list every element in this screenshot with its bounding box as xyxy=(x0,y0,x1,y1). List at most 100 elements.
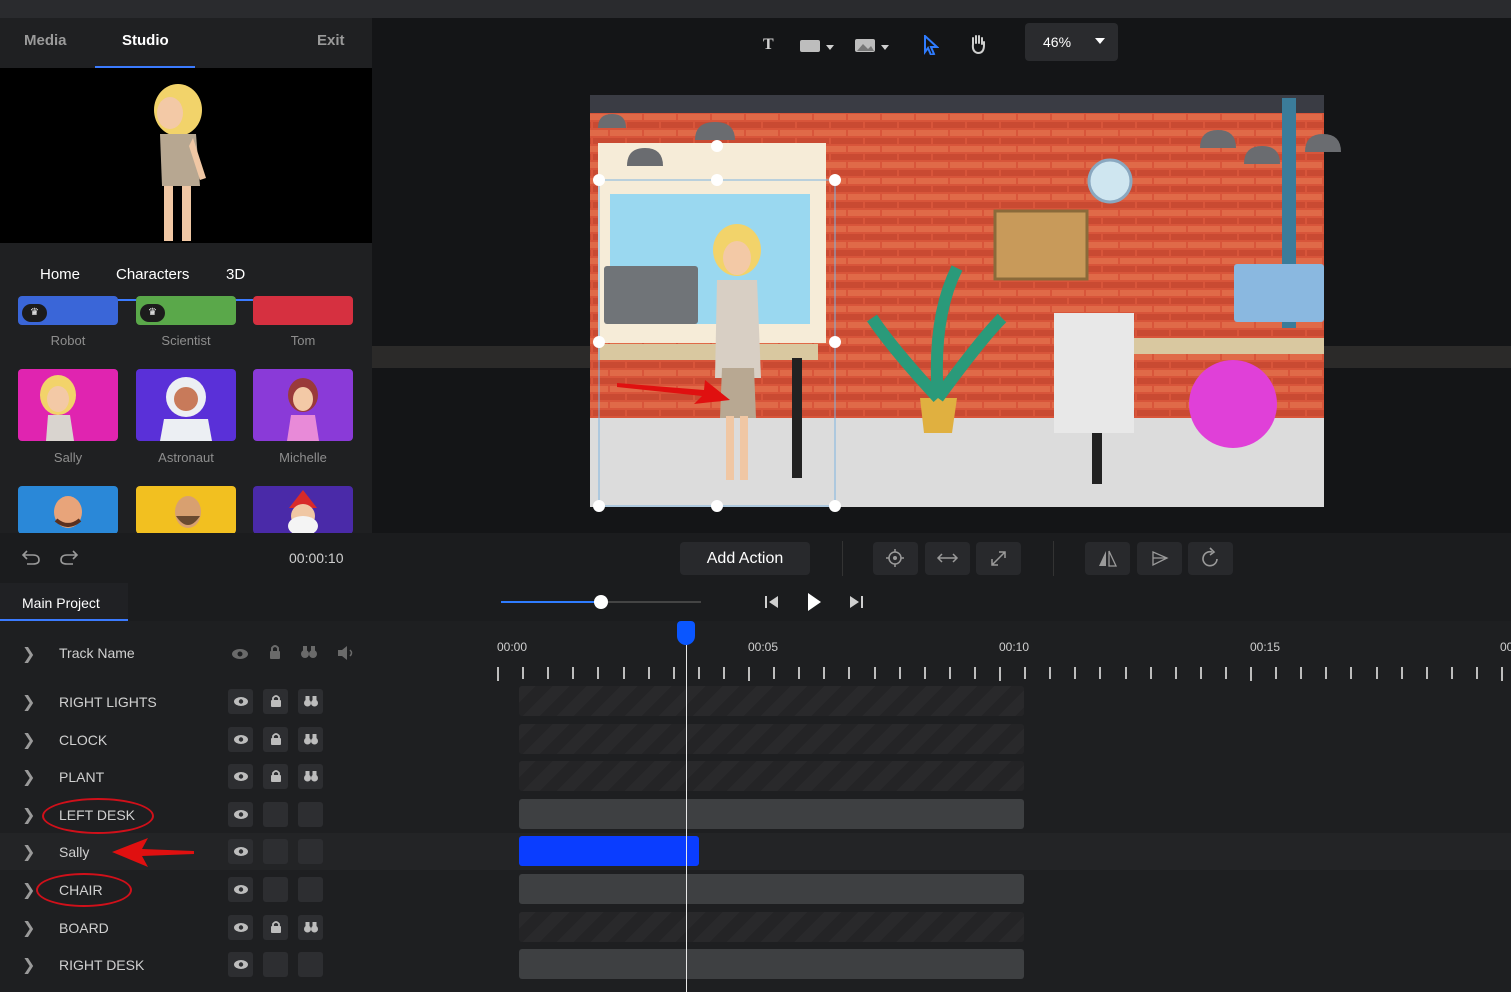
visibility-eye-icon[interactable] xyxy=(228,726,253,752)
ruler-tick xyxy=(748,667,750,681)
chevron-right-icon[interactable]: ❯ xyxy=(22,730,35,750)
visibility-eye-icon[interactable] xyxy=(228,952,253,978)
visibility-eye-icon[interactable] xyxy=(228,914,253,940)
binoculars-icon[interactable] xyxy=(298,839,323,865)
align-icon[interactable] xyxy=(1137,542,1182,575)
redo-icon[interactable] xyxy=(59,547,79,570)
track-row[interactable]: ❯ RIGHT LIGHTS xyxy=(0,683,1511,720)
binoculars-icon[interactable] xyxy=(298,764,323,790)
chevron-right-icon[interactable]: ❯ xyxy=(22,842,35,862)
timeline-clip[interactable] xyxy=(519,686,1024,716)
chevron-right-icon[interactable]: ❯ xyxy=(22,692,35,712)
michelle-figure xyxy=(287,378,319,441)
time-label: 00:15 xyxy=(1250,640,1281,654)
lock-icon[interactable] xyxy=(263,764,288,790)
timeline-clip[interactable] xyxy=(519,874,1024,904)
track-row[interactable]: ❯ BOARD xyxy=(0,909,1511,946)
tab-studio[interactable]: Studio xyxy=(122,32,169,49)
ruler-tick xyxy=(1174,667,1177,679)
volume-icon[interactable] xyxy=(337,645,355,666)
zoom-slider-handle[interactable] xyxy=(594,595,608,609)
time-label: 00:00 xyxy=(497,640,528,654)
timeline-clip[interactable] xyxy=(519,723,1024,754)
lock-icon[interactable] xyxy=(268,644,282,665)
visibility-eye-icon[interactable] xyxy=(228,764,253,790)
lock-icon[interactable] xyxy=(263,801,288,827)
binoculars-icon[interactable] xyxy=(298,801,323,827)
skip-back-icon[interactable] xyxy=(764,594,780,615)
character-figure xyxy=(54,496,82,528)
exit-button[interactable]: Exit xyxy=(317,32,345,49)
eye-icon[interactable] xyxy=(231,647,249,665)
scale-icon[interactable] xyxy=(976,542,1021,575)
timeline-clip[interactable] xyxy=(519,949,1024,980)
visibility-eye-icon[interactable] xyxy=(228,839,253,865)
chevron-right-icon[interactable]: ❯ xyxy=(22,880,35,900)
project-label: Main Project xyxy=(22,595,100,611)
add-action-button[interactable]: Add Action xyxy=(680,542,810,575)
track-row[interactable]: ❯ Sally xyxy=(0,833,1511,871)
track-row[interactable]: ❯ CLOCK xyxy=(0,721,1511,758)
visibility-eye-icon[interactable] xyxy=(228,877,253,902)
character-card[interactable] xyxy=(253,486,353,533)
tab-main-project[interactable]: Main Project xyxy=(0,583,128,621)
character-card-sally[interactable] xyxy=(18,369,118,441)
visibility-eye-icon[interactable] xyxy=(228,689,253,714)
chevron-right-icon[interactable]: ❯ xyxy=(22,805,35,825)
tab-media[interactable]: Media xyxy=(24,32,67,49)
track-row[interactable]: ❯ LEFT DESK xyxy=(0,796,1511,833)
subtab-characters[interactable]: Characters xyxy=(116,266,189,283)
binoculars-icon[interactable] xyxy=(298,726,323,752)
lock-icon[interactable] xyxy=(263,839,288,865)
play-icon[interactable] xyxy=(806,592,822,617)
character-card-tom[interactable] xyxy=(253,296,353,325)
subtab-home[interactable]: Home xyxy=(40,266,80,283)
ruler-tick xyxy=(798,667,801,679)
binoculars-icon[interactable] xyxy=(298,689,323,714)
track-row[interactable]: ❯ CHAIR xyxy=(0,871,1511,908)
binoculars-icon[interactable] xyxy=(298,952,323,978)
ruler-tick xyxy=(547,667,550,679)
character-card-robot[interactable]: ♛ xyxy=(18,296,118,325)
ruler-tick xyxy=(722,667,725,679)
character-card-astronaut[interactable] xyxy=(136,369,236,441)
lock-icon[interactable] xyxy=(263,914,288,940)
binoculars-icon[interactable] xyxy=(298,914,323,940)
ruler-tick xyxy=(697,667,700,679)
visibility-eye-icon[interactable] xyxy=(228,801,253,827)
chevron-right-icon[interactable]: ❯ xyxy=(22,644,35,664)
position-target-icon[interactable] xyxy=(873,542,918,575)
chevron-right-icon[interactable]: ❯ xyxy=(22,918,35,938)
subtab-3d[interactable]: 3D xyxy=(226,266,245,283)
rotate-icon[interactable] xyxy=(1188,542,1233,575)
character-card-scientist[interactable]: ♛ xyxy=(136,296,236,325)
binoculars-icon[interactable] xyxy=(298,877,323,902)
lock-icon[interactable] xyxy=(263,952,288,978)
track-row[interactable]: ❯ PLANT xyxy=(0,758,1511,795)
timeline-clip[interactable] xyxy=(519,798,1024,829)
skip-forward-icon[interactable] xyxy=(848,594,864,615)
timeline-clip[interactable] xyxy=(519,836,699,867)
playhead-handle[interactable] xyxy=(677,621,695,645)
scene-canvas[interactable] xyxy=(372,18,1511,533)
ruler-tick xyxy=(572,667,575,679)
character-label: Robot xyxy=(50,333,86,348)
lock-icon[interactable] xyxy=(263,689,288,714)
track-row[interactable]: ❯ RIGHT DESK xyxy=(0,946,1511,983)
lock-icon[interactable] xyxy=(263,726,288,752)
ruler-tick xyxy=(597,667,600,679)
flip-icon[interactable] xyxy=(1085,542,1130,575)
binoculars-icon[interactable] xyxy=(300,645,318,664)
chevron-right-icon[interactable]: ❯ xyxy=(22,955,35,975)
timeline-clip[interactable] xyxy=(519,761,1024,792)
character-card-michelle[interactable] xyxy=(253,369,353,441)
character-card[interactable] xyxy=(18,486,118,533)
chevron-right-icon[interactable]: ❯ xyxy=(22,767,35,787)
undo-icon[interactable] xyxy=(21,547,41,570)
ruler-tick xyxy=(1425,667,1428,679)
ruler-tick xyxy=(1199,667,1202,679)
character-card[interactable] xyxy=(136,486,236,533)
timeline-clip[interactable] xyxy=(519,911,1024,942)
move-horizontal-icon[interactable] xyxy=(925,542,970,575)
lock-icon[interactable] xyxy=(263,877,288,902)
